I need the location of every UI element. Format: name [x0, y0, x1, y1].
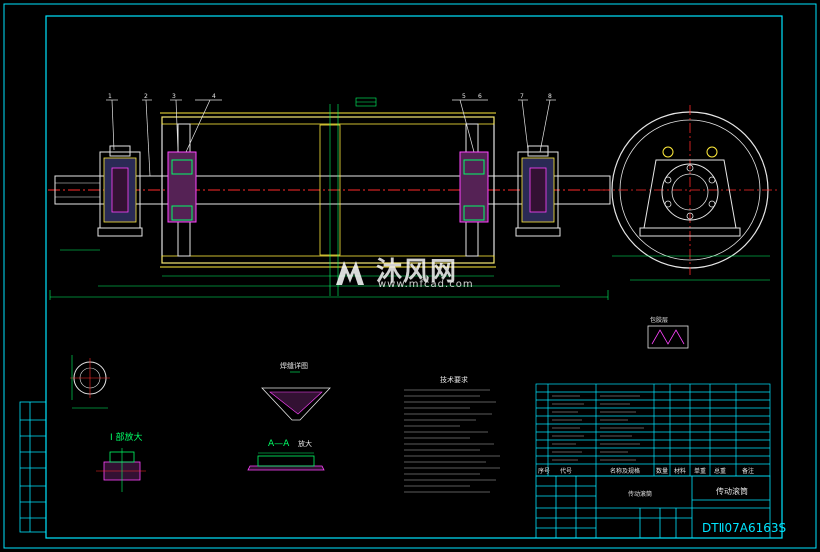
- balloon-7: 7: [520, 93, 524, 100]
- title-block-part-name-small: 传动滚筒: [628, 490, 652, 498]
- detail-I-label: I 部放大: [110, 431, 143, 443]
- bom-header-row: 序号 代号 名称及规格 数量 材料 单重 总重 备注: [538, 467, 754, 475]
- title-block-part-name: 传动滚筒: [716, 486, 748, 496]
- balloon-labels: 1 2 3 4 5 6 7 8: [108, 93, 552, 100]
- bom-header-cell: 总重: [714, 467, 726, 475]
- left-sidebar-table: [19, 401, 47, 533]
- balloon-8: 8: [548, 93, 552, 100]
- pulley-side-view: [600, 105, 780, 281]
- drawing-code: DTⅡ07A6163S: [702, 521, 787, 535]
- bom-header-cell: 材料: [674, 467, 686, 475]
- watermark-logo-icon: [336, 261, 364, 285]
- weld-detail-label: 焊缝详图: [280, 361, 308, 370]
- detail-circle-view: [70, 355, 110, 409]
- balloon-6: 6: [478, 93, 482, 100]
- detail-I: [96, 448, 146, 492]
- bom-header-cell: 备注: [742, 467, 754, 475]
- bom-header-cell: 单重: [694, 467, 706, 475]
- section-A-A-label: A—A: [268, 439, 290, 449]
- balloon-5: 5: [462, 93, 466, 100]
- section-scale-label: 放大: [298, 439, 312, 448]
- bom-header-cell: 名称及规格: [610, 467, 640, 475]
- tech-requirements-title: 技术要求: [440, 375, 468, 384]
- pulley-front-view: [48, 112, 611, 268]
- section-A-A: [247, 452, 325, 471]
- bom-table: [535, 383, 771, 477]
- watermark-url: www.mfcad.com: [378, 279, 474, 290]
- bom-header-cell: 数量: [656, 467, 668, 475]
- watermark: 沐风网 www.mfcad.com: [330, 255, 500, 295]
- bom-header-cell: 代号: [560, 467, 572, 475]
- bom-header-cell: 序号: [538, 467, 550, 475]
- balloon-4: 4: [212, 93, 216, 100]
- lining-label: 包胶层: [650, 316, 668, 324]
- balloon-1: 1: [108, 93, 112, 100]
- bom-row-lines: [552, 395, 644, 461]
- weld-detail: [261, 371, 331, 421]
- tech-requirements-lines: [404, 389, 500, 493]
- balloon-3: 3: [172, 93, 176, 100]
- balloon-2: 2: [144, 93, 148, 100]
- lining-detail: [647, 325, 689, 349]
